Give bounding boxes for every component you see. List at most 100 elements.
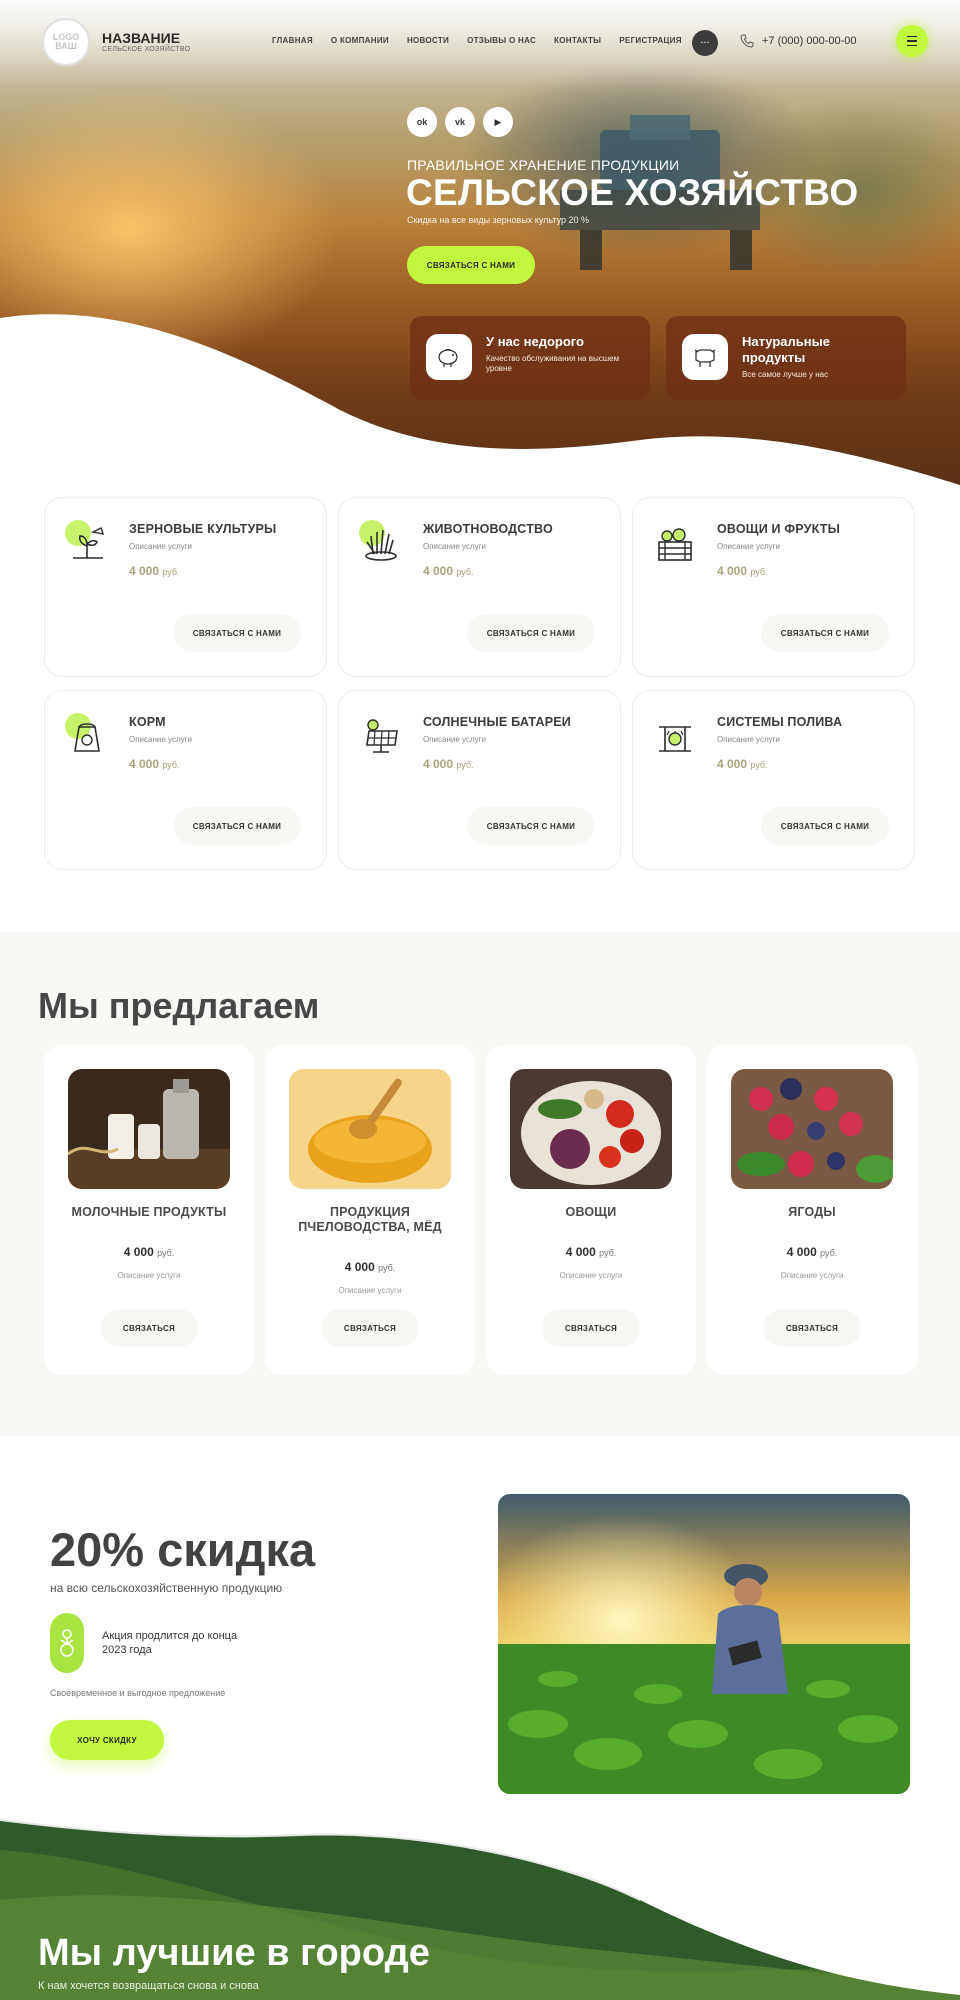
- honey-image: [289, 1069, 451, 1189]
- phone-icon: [740, 34, 754, 48]
- want-discount-button[interactable]: ХОЧУ СКИДКУ: [50, 1720, 164, 1760]
- service-desc: Описание услуги: [717, 542, 780, 551]
- offer-desc: Описание услуги: [117, 1271, 181, 1280]
- service-price: 4 000 руб.: [129, 564, 180, 578]
- service-card: КОРМ Описание услуги 4 000 руб. СВЯЗАТЬС…: [44, 690, 327, 870]
- feature-card-natural: Натуральные продукты Все самое лучше у н…: [666, 316, 906, 400]
- service-desc: Описание услуги: [423, 735, 486, 744]
- service-price: 4 000 руб.: [717, 564, 768, 578]
- contact-button[interactable]: СВЯЗАТЬСЯ С НАМИ: [761, 614, 889, 652]
- service-desc: Описание услуги: [717, 735, 780, 744]
- contact-button[interactable]: СВЯЗАТЬСЯ С НАМИ: [467, 614, 595, 652]
- feature-card-cheap: У нас недорого Качество обслуживания на …: [410, 316, 650, 400]
- milk-image: [68, 1069, 230, 1189]
- contact-button[interactable]: СВЯЗАТЬСЯ С НАМИ: [173, 807, 301, 845]
- service-card: СОЛНЕЧНЫЕ БАТАРЕИ Описание услуги 4 000 …: [338, 690, 621, 870]
- cow-icon: [682, 334, 728, 380]
- service-desc: Описание услуги: [129, 542, 192, 551]
- offer-price: 4 000 руб.: [565, 1245, 617, 1259]
- offer-price: 4 000 руб.: [344, 1260, 396, 1274]
- hamburger-menu-button[interactable]: [896, 25, 928, 57]
- offer-card: ПРОДУКЦИЯ ПЧЕЛОВОДСТВА, МЁД 4 000 руб. О…: [265, 1045, 475, 1375]
- berries-image: [731, 1069, 893, 1189]
- service-card: СИСТЕМЫ ПОЛИВА Описание услуги 4 000 руб…: [632, 690, 915, 870]
- service-name: ЖИВОТНОВОДСТВО: [423, 522, 553, 536]
- service-price: 4 000 руб.: [423, 757, 474, 771]
- nav-about[interactable]: О КОМПАНИИ: [331, 36, 389, 45]
- offer-contact-button[interactable]: СВЯЗАТЬСЯ: [321, 1309, 419, 1347]
- best-section-subtitle: К нам хочется возвращаться снова и снова: [38, 1980, 259, 1992]
- grass-icon: [359, 520, 401, 562]
- brand-tagline: СЕЛЬСКОЕ ХОЗЯЙСТВО: [102, 46, 191, 53]
- more-button[interactable]: ...: [692, 30, 718, 56]
- service-card: ЖИВОТНОВОДСТВО Описание услуги 4 000 руб…: [338, 497, 621, 677]
- offer-desc: Описание услуги: [559, 1271, 623, 1280]
- watering-plant-icon: [65, 520, 107, 562]
- service-price: 4 000 руб.: [717, 757, 768, 771]
- hero-contact-button[interactable]: СВЯЗАТЬСЯ С НАМИ: [407, 246, 535, 284]
- solar-panel-icon: [359, 713, 401, 755]
- offer-price: 4 000 руб.: [786, 1245, 838, 1259]
- offer-price: 4 000 руб.: [123, 1245, 175, 1259]
- nav-register[interactable]: РЕГИСТРАЦИЯ: [619, 36, 681, 45]
- hero-wave-shape: [0, 314, 960, 490]
- service-name: СИСТЕМЫ ПОЛИВА: [717, 715, 843, 729]
- nav-reviews[interactable]: ОТЗЫВЫ О НАС: [467, 36, 536, 45]
- offers-title: Мы предлагаем: [38, 985, 320, 1026]
- hero-title: СЕЛЬСКОЕ ХОЗЯЙСТВО: [406, 172, 859, 213]
- service-card: ОВОЩИ И ФРУКТЫ Описание услуги 4 000 руб…: [632, 497, 915, 677]
- discount-title: 20% скидка: [50, 1523, 316, 1576]
- phone-number[interactable]: +7 (000) 000-00-00: [762, 35, 856, 47]
- discount-note: Акция продлится до конца 2023 года: [102, 1630, 238, 1656]
- offer-contact-button[interactable]: СВЯЗАТЬСЯ: [100, 1309, 198, 1347]
- brand-name: НАЗВАНИЕ: [102, 30, 181, 46]
- nav-contacts[interactable]: КОНТАКТЫ: [554, 36, 601, 45]
- service-desc: Описание услуги: [129, 735, 192, 744]
- offer-contact-button[interactable]: СВЯЗАТЬСЯ: [763, 1309, 861, 1347]
- hero-kicker: ПРАВИЛЬНОЕ ХРАНЕНИЕ ПРОДУКЦИИ: [407, 157, 680, 173]
- youtube-icon[interactable]: ▶: [483, 107, 513, 137]
- feature-title: У нас недорого: [486, 334, 584, 349]
- service-card: ЗЕРНОВЫЕ КУЛЬТУРЫ Описание услуги 4 000 …: [44, 497, 327, 677]
- contact-button[interactable]: СВЯЗАТЬСЯ С НАМИ: [761, 807, 889, 845]
- logo-subtext: ВАШ: [55, 41, 77, 51]
- main-nav: ГЛАВНАЯ О КОМПАНИИ НОВОСТИ ОТЗЫВЫ О НАС …: [272, 36, 682, 45]
- crate-icon: [653, 520, 695, 562]
- contact-button[interactable]: СВЯЗАТЬСЯ С НАМИ: [467, 807, 595, 845]
- service-desc: Описание услуги: [423, 542, 486, 551]
- offer-card: ЯГОДЫ 4 000 руб. Описание услуги СВЯЗАТЬ…: [707, 1045, 917, 1375]
- feature-desc: Все самое лучше у нас: [742, 370, 829, 379]
- offer-card: МОЛОЧНЫЕ ПРОДУКТЫ 4 000 руб. Описание ус…: [44, 1045, 254, 1375]
- logo[interactable]: LOGO ВАШ: [42, 18, 90, 66]
- feed-bag-icon: [65, 713, 107, 755]
- discount-small-text: Своевременное и выгодное предложение: [50, 1688, 226, 1698]
- vk-icon[interactable]: vk: [445, 107, 475, 137]
- tractor-icon: [50, 1613, 84, 1673]
- nav-news[interactable]: НОВОСТИ: [407, 36, 449, 45]
- service-price: 4 000 руб.: [129, 757, 180, 771]
- best-section-title: Мы лучшие в городе: [38, 1932, 430, 1974]
- hero-subtitle: Скидка на все виды зерновых культур 20 %: [407, 215, 590, 225]
- hero-section: LOGO ВАШ НАЗВАНИЕ СЕЛЬСКОЕ ХОЗЯЙСТВО ГЛА…: [0, 0, 960, 490]
- offer-desc: Описание услуги: [338, 1286, 402, 1295]
- service-name: СОЛНЕЧНЫЕ БАТАРЕИ: [423, 715, 571, 729]
- service-name: ЗЕРНОВЫЕ КУЛЬТУРЫ: [129, 522, 277, 536]
- offer-contact-button[interactable]: СВЯЗАТЬСЯ: [542, 1309, 640, 1347]
- contact-button[interactable]: СВЯЗАТЬСЯ С НАМИ: [173, 614, 301, 652]
- farmer-field-image: [498, 1494, 910, 1794]
- offer-name: МОЛОЧНЫЕ ПРОДУКТЫ: [71, 1205, 227, 1219]
- service-name: КОРМ: [129, 715, 166, 729]
- service-price: 4 000 руб.: [423, 564, 474, 578]
- offer-name: ОВОЩИ: [565, 1205, 617, 1219]
- vegetables-image: [510, 1069, 672, 1189]
- offer-desc: Описание услуги: [780, 1271, 844, 1280]
- irrigation-icon: [653, 713, 695, 755]
- discount-subtitle: на всю сельскохозяйственную продукцию: [50, 1581, 283, 1595]
- nav-home[interactable]: ГЛАВНАЯ: [272, 36, 313, 45]
- feature-title: Натуральные продукты: [742, 334, 830, 365]
- odnoklassniki-icon[interactable]: ok: [407, 107, 437, 137]
- offer-card: ОВОЩИ 4 000 руб. Описание услуги СВЯЗАТЬ…: [486, 1045, 696, 1375]
- service-name: ОВОЩИ И ФРУКТЫ: [717, 522, 841, 536]
- feature-desc: Качество обслуживания на высшем уровне: [486, 354, 620, 373]
- offer-name: ПРОДУКЦИЯ ПЧЕЛОВОДСТВА, МЁД: [298, 1205, 442, 1234]
